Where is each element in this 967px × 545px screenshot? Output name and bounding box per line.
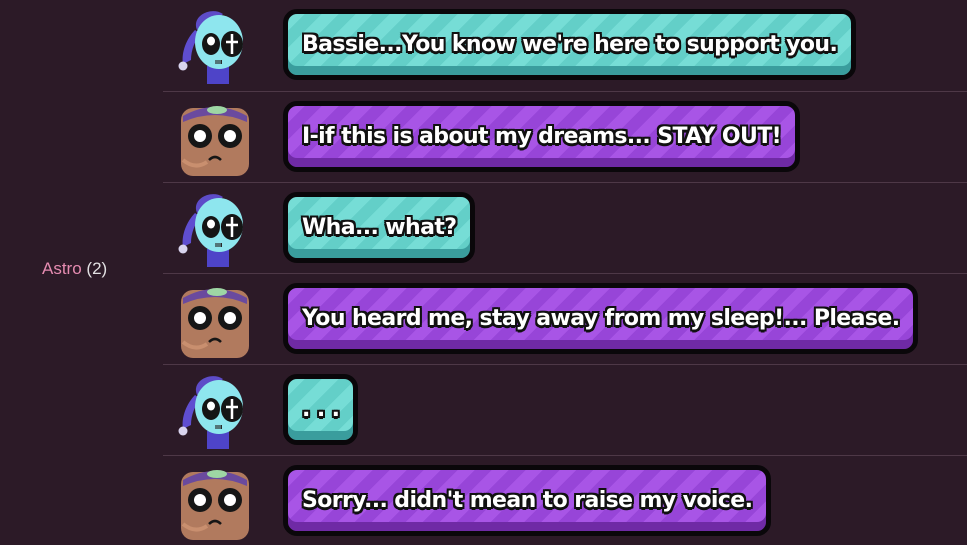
- message-bubble: I-if this is about my dreams... STAY OUT…: [283, 101, 801, 172]
- message-bubble: Wha... what?: [283, 192, 476, 263]
- blue-ghost-avatar-icon: [177, 8, 253, 84]
- chat-log: Astro (2) Bassie...You know we're here t…: [0, 0, 967, 545]
- message-row: Bassie...You know we're here to support …: [163, 0, 967, 91]
- message-bubble: Sorry... didn't mean to raise my voice.: [283, 465, 772, 536]
- message-bubble: You heard me, stay away from my sleep!..…: [283, 283, 919, 354]
- brown-sleepy-avatar-icon: [177, 464, 253, 540]
- message-bubble: . . .: [283, 374, 359, 445]
- speaker-message-count: (2): [86, 259, 108, 278]
- message-row: Wha... what?: [163, 182, 967, 273]
- message-row: Sorry... didn't mean to raise my voice.: [163, 455, 967, 545]
- brown-sleepy-avatar-icon: [177, 100, 253, 176]
- message-list: Bassie...You know we're here to support …: [163, 0, 967, 545]
- brown-sleepy-avatar-icon: [177, 282, 253, 358]
- message-row: You heard me, stay away from my sleep!..…: [163, 273, 967, 364]
- blue-ghost-avatar-icon: [177, 191, 253, 267]
- message-row: . . .: [163, 364, 967, 455]
- blue-ghost-avatar-icon: [177, 373, 253, 449]
- speaker-name[interactable]: Astro: [42, 259, 82, 278]
- speaker-label[interactable]: Astro (2): [42, 259, 107, 279]
- message-bubble: Bassie...You know we're here to support …: [283, 9, 857, 80]
- message-row: I-if this is about my dreams... STAY OUT…: [163, 91, 967, 182]
